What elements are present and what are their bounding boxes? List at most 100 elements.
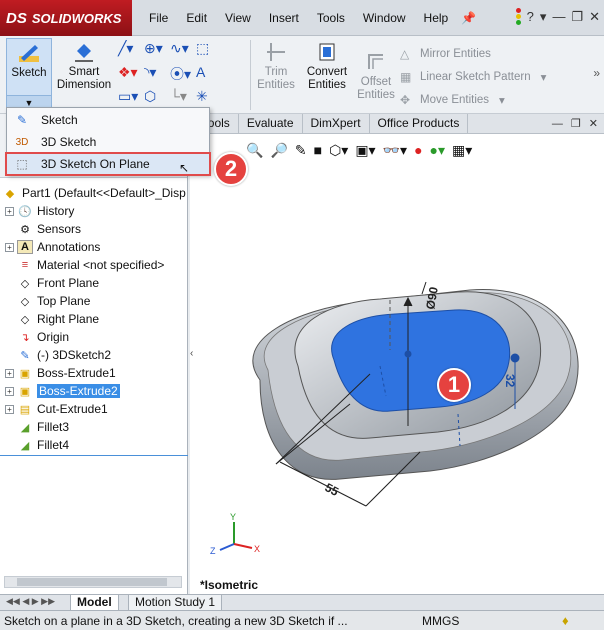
- chevron-down-icon[interactable]: ▾: [540, 9, 547, 25]
- zoom-to-fit-icon[interactable]: 🔍: [246, 142, 263, 158]
- chevron-right-icon[interactable]: »: [593, 66, 600, 80]
- convert-entities-label: Convert Entities: [306, 66, 348, 91]
- section-view-icon[interactable]: ■: [314, 142, 322, 158]
- mirror-entities-label: Mirror Entities: [420, 47, 491, 60]
- document-restore-button[interactable]: ❐: [571, 117, 581, 130]
- offset-entities-button[interactable]: Offset Entities: [356, 48, 396, 102]
- display-style-icon[interactable]: ▣▾: [355, 142, 375, 158]
- ellipse-icon[interactable]: ⦿▾: [170, 64, 196, 82]
- length-dimension-label[interactable]: 55: [323, 480, 342, 499]
- menu-window[interactable]: Window: [354, 11, 415, 25]
- text-icon[interactable]: A: [196, 64, 222, 82]
- tree-item-front-plane[interactable]: ◇ Front Plane: [0, 274, 188, 292]
- smart-dimension-button[interactable]: Smart Dimension: [54, 38, 114, 92]
- circle-icon[interactable]: ⊕▾: [144, 40, 170, 58]
- mirror-icon: △: [400, 46, 410, 61]
- pin-icon[interactable]: 📌: [457, 11, 480, 25]
- tree-item-origin[interactable]: ↴ Origin: [0, 328, 188, 346]
- slot-icon[interactable]: ▭▾: [118, 88, 144, 106]
- tree-item-sensors[interactable]: ⚙ Sensors: [0, 220, 188, 238]
- trim-icon: [263, 40, 289, 64]
- tab-motion-study-1[interactable]: Motion Study 1: [128, 595, 223, 611]
- document-minimize-button[interactable]: —: [552, 118, 563, 130]
- fillet-sketch-icon[interactable]: └▾: [170, 88, 196, 106]
- tree-item-boss-extrude1[interactable]: + ▣ Boss-Extrude1: [0, 364, 188, 382]
- menu-edit[interactable]: Edit: [177, 11, 216, 25]
- view-orientation-icon[interactable]: ⬡▾: [329, 142, 348, 158]
- tree-item-right-plane[interactable]: ◇ Right Plane: [0, 310, 188, 328]
- sketch-entities-grid: ╱▾ ⊕▾ ∿▾ ⬚ ❖▾ ◝▾ ⦿▾ A ▭▾ ⬡ └▾ ✳: [118, 40, 248, 106]
- line-icon[interactable]: ╱▾: [118, 40, 144, 58]
- mirror-entities-button[interactable]: △ Mirror Entities: [400, 42, 546, 65]
- tab-model[interactable]: Model: [70, 595, 119, 611]
- minimize-button[interactable]: —: [552, 9, 565, 24]
- arc-icon[interactable]: ◝▾: [144, 64, 170, 82]
- menu-tools[interactable]: Tools: [308, 11, 354, 25]
- tree-item-label: History: [37, 204, 75, 218]
- help-icon[interactable]: ?: [527, 9, 534, 24]
- extrude-icon: ▣: [19, 385, 31, 398]
- solidworks-logo[interactable]: DS SOLIDWORKS: [0, 0, 132, 36]
- tree-item-annotations[interactable]: + A Annotations: [0, 238, 188, 256]
- plane-icon: ◇: [20, 313, 30, 326]
- menu-item-sketch[interactable]: ✎ Sketch: [7, 110, 209, 130]
- sketch-point[interactable]: [404, 350, 412, 358]
- menu-item-3d-sketch[interactable]: 3D 3D Sketch: [7, 132, 209, 152]
- status-message: Sketch on a plane in a 3D Sketch, creati…: [4, 613, 348, 628]
- close-button[interactable]: ✕: [589, 9, 600, 25]
- tree-item-cut-extrude1[interactable]: + ▤ Cut-Extrude1: [0, 400, 188, 418]
- polygon-icon[interactable]: ⬡: [144, 88, 170, 106]
- document-close-button[interactable]: ✕: [589, 117, 598, 130]
- tree-item-fillet4[interactable]: ◢ Fillet4: [0, 436, 188, 454]
- tree-item-label: Sensors: [37, 222, 82, 236]
- trim-entities-label: Trim Entities: [257, 66, 295, 91]
- tab-office-products[interactable]: Office Products: [370, 114, 469, 133]
- edit-appearance-icon[interactable]: ●: [414, 142, 422, 158]
- menu-view[interactable]: View: [216, 11, 260, 25]
- menu-item-3d-sketch-on-plane[interactable]: ⬚ 3D Sketch On Plane ↖: [5, 152, 211, 176]
- rebuild-tag-icon[interactable]: ♦: [562, 613, 569, 628]
- graphics-area[interactable]: Ø90 32 55 Y X Z ‹: [190, 134, 604, 594]
- tree-item-fillet3[interactable]: ◢ Fillet3: [0, 418, 188, 436]
- hide-show-items-icon[interactable]: 👓▾: [383, 142, 407, 158]
- tree-item-boss-extrude2[interactable]: + ▣ Boss-Extrude2: [0, 382, 188, 400]
- linear-sketch-pattern-button[interactable]: ▦ Linear Sketch Pattern ▾: [400, 65, 546, 88]
- move-entities-button[interactable]: ✥ Move Entities ▾: [400, 88, 546, 111]
- trim-entities-button[interactable]: Trim Entities: [256, 38, 296, 92]
- height-dimension-label[interactable]: 32: [503, 374, 517, 388]
- horizontal-scrollbar[interactable]: [4, 576, 182, 588]
- tree-item-label: Fillet4: [37, 438, 70, 452]
- point-icon[interactable]: ✳: [196, 88, 222, 106]
- tree-item-label: Boss-Extrude1: [37, 366, 116, 380]
- restore-button[interactable]: ❐: [571, 9, 583, 25]
- panel-collapse-icon[interactable]: ‹: [190, 348, 193, 359]
- scrollbar-thumb[interactable]: [17, 578, 167, 586]
- menu-help[interactable]: Help: [415, 11, 458, 25]
- tab-dimxpert[interactable]: DimXpert: [303, 114, 370, 133]
- tab-evaluate[interactable]: Evaluate: [239, 114, 303, 133]
- rebuild-status-icon[interactable]: [515, 8, 521, 25]
- tree-root-part[interactable]: ◆ Part1 (Default<<Default>_Disp: [0, 184, 188, 202]
- rectangle-icon[interactable]: ❖▾: [118, 64, 144, 82]
- zoom-to-area-icon[interactable]: 🔎: [270, 142, 287, 158]
- units-indicator[interactable]: MMGS: [422, 614, 459, 628]
- offset-entities-icon: [363, 50, 389, 74]
- previous-view-icon[interactable]: ✎: [295, 142, 307, 158]
- sketch-dropdown-menu: ✎ Sketch 3D 3D Sketch ⬚ 3D Sketch On Pla…: [5, 107, 211, 176]
- menu-insert[interactable]: Insert: [260, 11, 308, 25]
- construction-geometry-icon[interactable]: ⬚: [196, 40, 222, 58]
- nav-arrows-icon[interactable]: ◀◀ ◀ ▶ ▶▶: [6, 596, 55, 607]
- tree-item-history[interactable]: + 🕓 History: [0, 202, 188, 220]
- view-settings-icon[interactable]: ▦▾: [452, 142, 472, 158]
- tree-item-material[interactable]: ≡ Material <not specified>: [0, 256, 188, 274]
- convert-entities-button[interactable]: Convert Entities: [300, 38, 354, 92]
- tree-item-3dsketch2[interactable]: ✎ (-) 3DSketch2: [0, 346, 188, 364]
- smart-dimension-icon: [71, 40, 97, 64]
- document-window-controls: — ❐ ✕: [552, 114, 604, 133]
- spline-icon[interactable]: ∿▾: [170, 40, 196, 58]
- tree-item-top-plane[interactable]: ◇ Top Plane: [0, 292, 188, 310]
- apply-scene-icon[interactable]: ●▾: [430, 142, 445, 158]
- tree-item-label: Fillet3: [37, 420, 70, 434]
- menu-file[interactable]: File: [140, 11, 177, 25]
- sketch-button[interactable]: Sketch ▼: [6, 38, 52, 110]
